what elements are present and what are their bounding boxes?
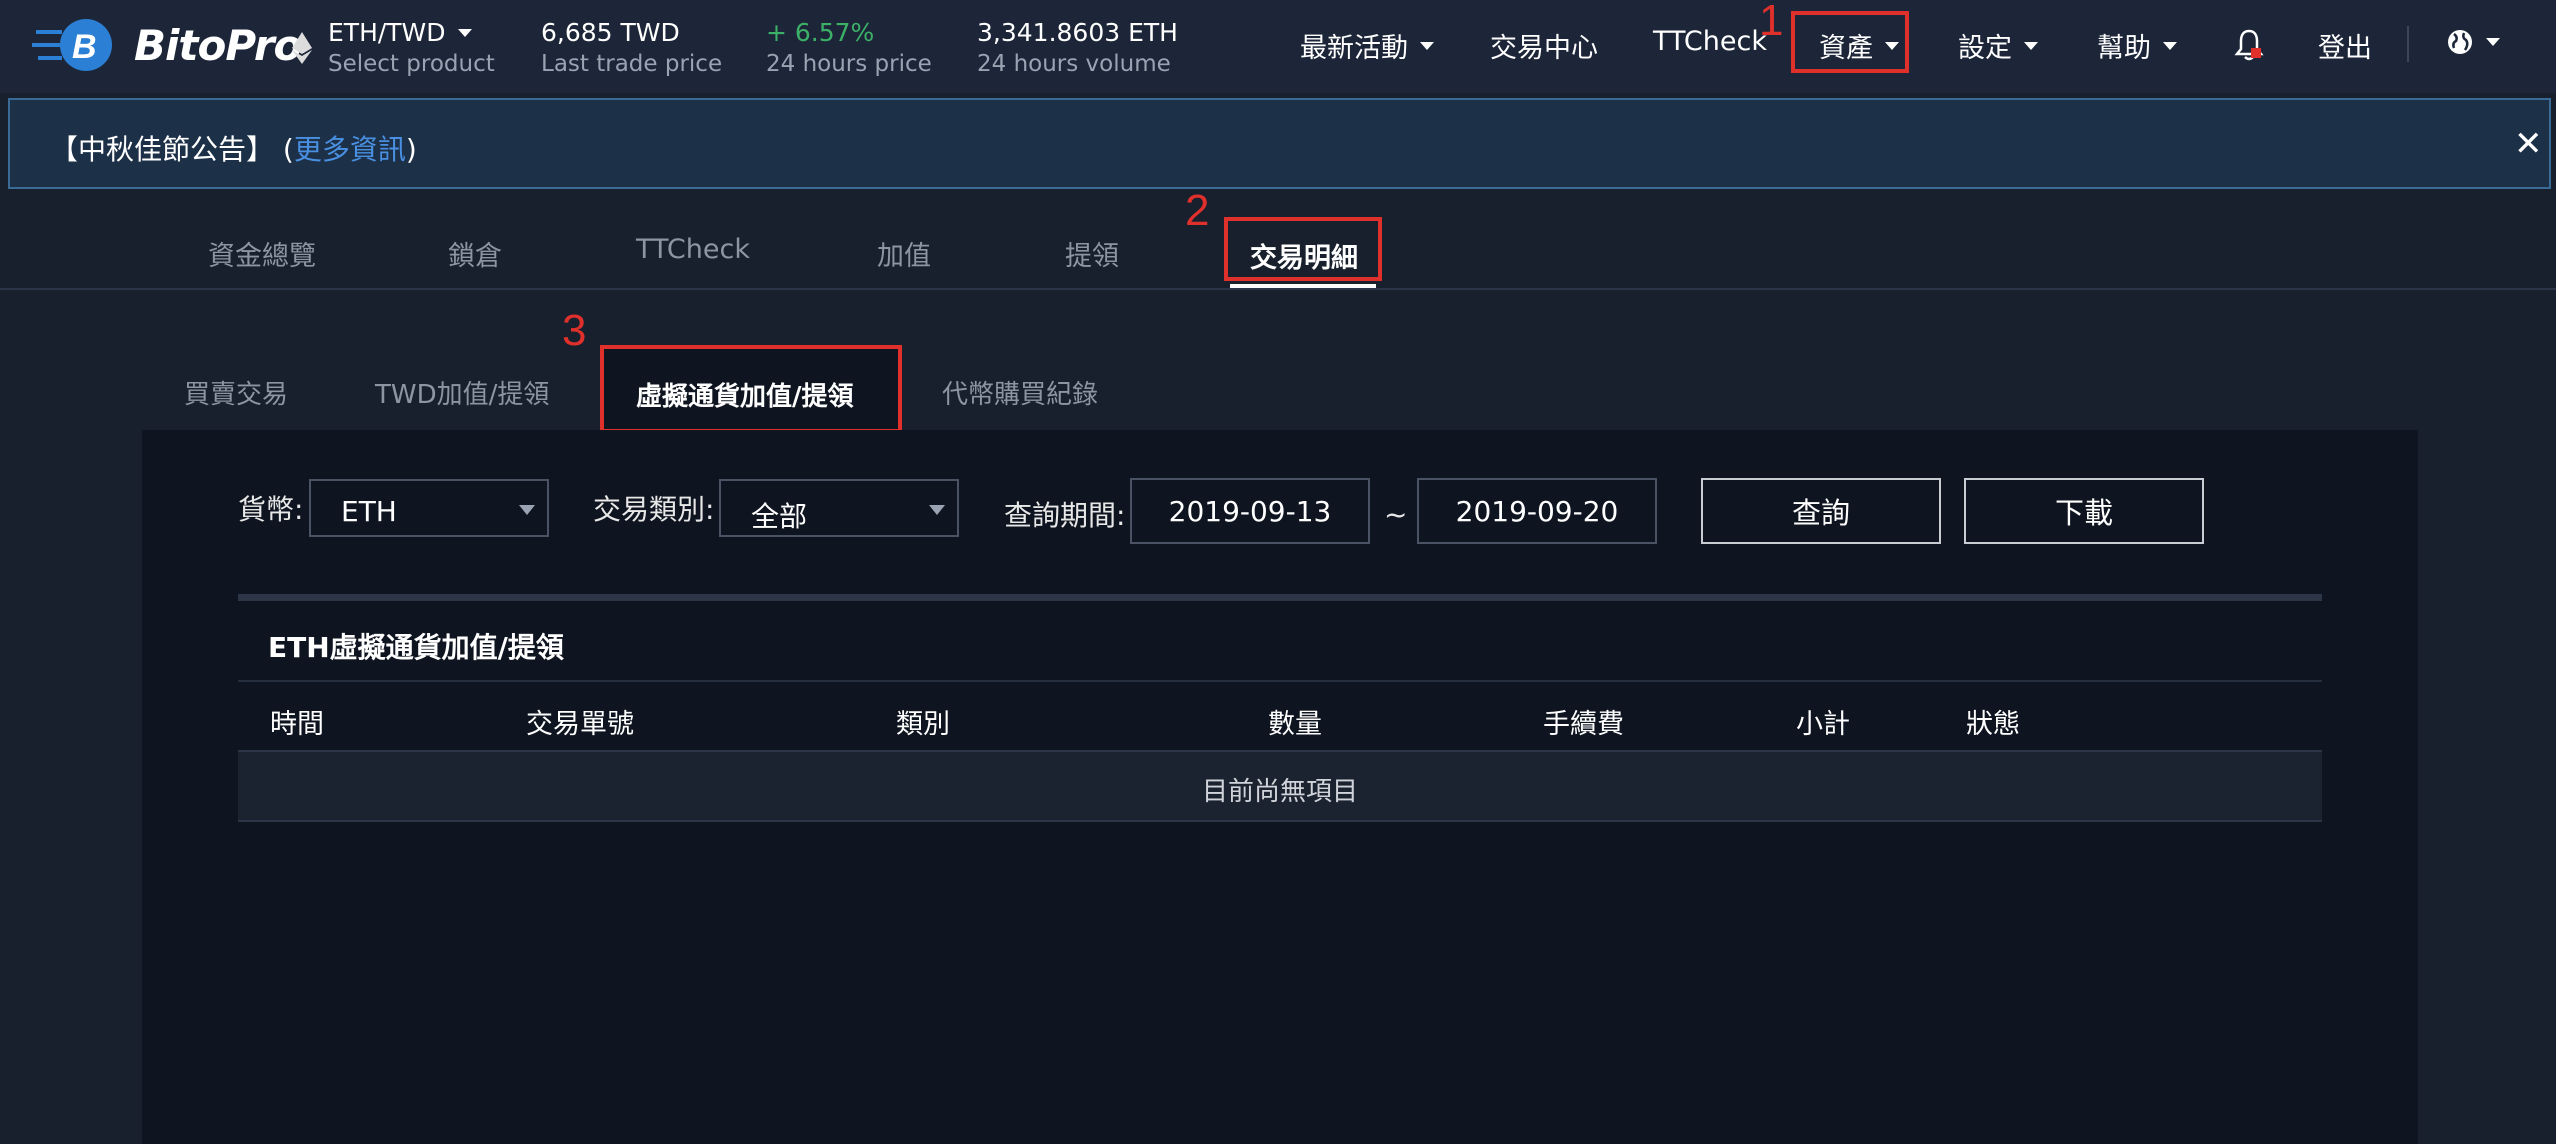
subtab-twd-deposit-withdraw[interactable]: TWD加值/提領 (375, 374, 549, 411)
chevron-down-icon (2163, 41, 2177, 50)
nav-help-label: 幫助 (2097, 33, 2151, 64)
query-button[interactable]: 查詢 (1701, 478, 1941, 544)
brand-logo[interactable]: B BitoPro (32, 14, 302, 76)
column-header-time[interactable]: 時間 (270, 702, 324, 741)
chevron-down-icon (2024, 41, 2038, 50)
transaction-type-label: 交易類別: (593, 493, 715, 526)
subtab-trades[interactable]: 買賣交易 (184, 374, 288, 411)
nav-divider (2407, 26, 2409, 62)
tab-lock[interactable]: 鎖倉 (448, 234, 502, 273)
announcement-banner: 【中秋佳節公告】 (更多資訊) ✕ (8, 98, 2551, 189)
tabs-divider (0, 288, 2556, 290)
date-range-separator: ~ (1384, 498, 1408, 531)
announcement-suffix: ) (405, 133, 417, 166)
announcement-title: 【中秋佳節公告】 ( (50, 133, 294, 166)
annotation-number-2: 2 (1185, 186, 1210, 235)
tab-withdraw[interactable]: 提領 (1065, 234, 1119, 273)
highlight-box-assets (1791, 11, 1909, 73)
volume-value: 3,341.8603 ETH (977, 18, 1178, 47)
nav-settings[interactable]: 設定 (1958, 26, 2038, 65)
language-selector[interactable] (2446, 28, 2500, 56)
product-selector[interactable]: ETH/TWD Select product (328, 18, 495, 77)
column-header-type[interactable]: 類別 (896, 702, 950, 741)
nav-latest-events[interactable]: 最新活動 (1300, 26, 1434, 65)
query-period-label: 查詢期間: (1004, 499, 1126, 532)
currency-selected-value: ETH (341, 495, 397, 528)
column-header-status[interactable]: 狀態 (1966, 702, 2020, 741)
product-pair: ETH/TWD (328, 18, 446, 47)
nav-logout-label: 登出 (2318, 33, 2372, 64)
table-title: ETH虛擬通貨加值/提領 (268, 631, 564, 664)
column-header-order-id[interactable]: 交易單號 (526, 702, 634, 741)
table-top-border (238, 594, 2322, 601)
date-to-input[interactable]: 2019-09-20 (1417, 478, 1657, 544)
nav-ttcheck-label: TTCheck (1653, 26, 1767, 57)
column-header-subtotal[interactable]: 小計 (1796, 702, 1850, 741)
close-icon[interactable]: ✕ (2514, 124, 2543, 164)
column-header-fee[interactable]: 手續費 (1543, 702, 1624, 741)
table-body: 目前尚無項目 (238, 750, 2322, 822)
brand-name: BitoPro (134, 20, 302, 70)
tab-ttcheck[interactable]: TTCheck (636, 234, 750, 265)
transaction-type-select[interactable]: 全部 (719, 479, 959, 537)
product-hint: Select product (328, 51, 495, 77)
nav-exchange-center[interactable]: 交易中心 (1490, 26, 1598, 65)
annotation-number-3: 3 (562, 306, 587, 355)
chevron-down-icon (2486, 38, 2500, 46)
bitopro-logo-icon: B (32, 19, 112, 71)
column-header-amount[interactable]: 數量 (1268, 702, 1322, 741)
globe-icon (2448, 30, 2472, 54)
highlight-box-transaction-history (1224, 217, 1382, 281)
tab-deposit[interactable]: 加值 (877, 234, 931, 273)
nav-latest-label: 最新活動 (1300, 33, 1408, 64)
annotation-number-1: 1 (1759, 0, 1784, 45)
last-trade-price: 6,685 TWD Last trade price (541, 18, 722, 77)
date-from-input[interactable]: 2019-09-13 (1130, 478, 1370, 544)
volume-24h: 3,341.8603 ETH 24 hours volume (977, 18, 1178, 77)
last-trade-price-label: Last trade price (541, 51, 723, 77)
tab-fund-overview[interactable]: 資金總覽 (208, 234, 316, 273)
chevron-down-icon (1420, 41, 1434, 50)
nav-help[interactable]: 幫助 (2097, 26, 2177, 65)
volume-label: 24 hours volume (977, 51, 1171, 77)
announcement-text: 【中秋佳節公告】 (更多資訊) (50, 128, 417, 168)
currency-select[interactable]: ETH (309, 479, 549, 537)
subtab-token-purchase-records[interactable]: 代幣購買紀錄 (942, 374, 1098, 411)
price-change-24h: + 6.57% 24 hours price (766, 18, 932, 77)
top-navigation-bar: B BitoPro ETH/TWD Select product 6,685 T… (0, 0, 2556, 93)
currency-label: 貨幣: (238, 493, 304, 526)
highlight-box-crypto-subtab (600, 345, 902, 433)
nav-ttcheck[interactable]: TTCheck (1653, 26, 1767, 57)
nav-logout[interactable]: 登出 (2318, 26, 2372, 65)
announcement-more-link[interactable]: 更多資訊 (294, 133, 406, 166)
empty-state-text: 目前尚無項目 (1201, 777, 1358, 807)
bell-icon[interactable] (2234, 28, 2264, 66)
price-change-value: + 6.57% (766, 18, 875, 47)
svg-text:B: B (72, 28, 97, 66)
chevron-down-icon (457, 28, 472, 37)
chevron-down-icon (519, 505, 535, 515)
ethereum-icon (292, 32, 312, 72)
nav-exchange-label: 交易中心 (1490, 33, 1598, 64)
price-change-label: 24 hours price (766, 51, 932, 77)
last-trade-price-value: 6,685 TWD (541, 18, 680, 47)
chevron-down-icon (929, 505, 945, 515)
nav-settings-label: 設定 (1958, 33, 2012, 64)
table-title-divider (238, 680, 2322, 682)
download-button[interactable]: 下載 (1964, 478, 2204, 544)
transaction-type-selected-value: 全部 (751, 500, 808, 533)
